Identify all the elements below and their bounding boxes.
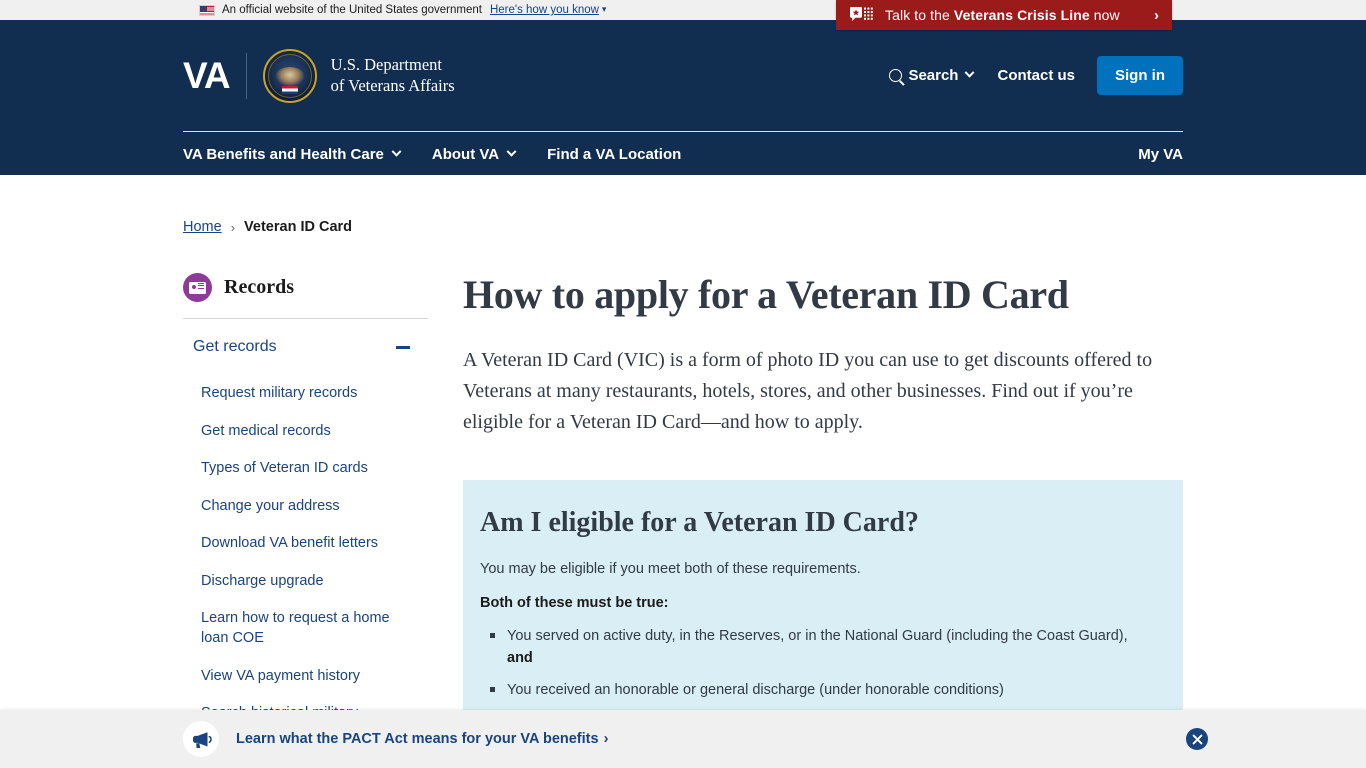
chevron-down-icon: [506, 146, 517, 157]
chevron-right-icon: ›: [603, 731, 609, 747]
chevron-down-icon: [965, 67, 975, 78]
gov-banner-text: An official website of the United States…: [222, 4, 482, 16]
list-item: You received an honorable or general dis…: [488, 679, 1153, 701]
sidebar: Records Get records Request military rec…: [183, 273, 448, 740]
sidebar-group-get-records[interactable]: Get records: [183, 319, 428, 375]
crisis-prefix: Talk to the: [885, 7, 954, 23]
breadcrumb-current: Veteran ID Card: [244, 219, 353, 235]
page-wrapper: Home › Veteran ID Card Records Get recor…: [183, 175, 1183, 741]
bullet-text: You served on active duty, in the Reserv…: [507, 627, 1128, 644]
sidebar-links: Request military records Get medical rec…: [183, 375, 428, 733]
header-actions: Search Contact us Sign in: [889, 56, 1183, 95]
nav-item-label: About VA: [431, 145, 500, 163]
contact-us-link[interactable]: Contact us: [997, 67, 1075, 84]
us-flag-icon: [199, 4, 215, 16]
chevron-down-icon: [391, 146, 402, 157]
breadcrumb-home-link[interactable]: Home: [183, 219, 222, 235]
id-card-glyph: [189, 281, 206, 294]
eligibility-bullets: You served on active duty, in the Reserv…: [480, 625, 1153, 701]
chevron-down-icon: ▾: [601, 4, 607, 14]
content-columns: Records Get records Request military rec…: [183, 272, 1183, 741]
sidebar-item-request-military-records[interactable]: Request military records: [183, 375, 428, 413]
sign-in-button[interactable]: Sign in: [1097, 56, 1183, 95]
va-seal-icon: [262, 48, 317, 103]
how-you-know-label: Here's how you know: [489, 4, 599, 16]
seal-ring: [267, 53, 312, 98]
search-label: Search: [908, 67, 959, 84]
pact-act-banner: Learn what the PACT Act means for your V…: [0, 710, 1366, 768]
crisis-banner-text: Talk to the Veterans Crisis Line now: [885, 7, 1120, 23]
search-icon: [889, 69, 903, 82]
sidebar-item-discharge-upgrade[interactable]: Discharge upgrade: [183, 563, 428, 601]
nav-item-about[interactable]: About VA: [431, 145, 517, 163]
eligibility-subtitle: You may be eligible if you meet both of …: [480, 560, 861, 577]
nav-item-label: Find a VA Location: [547, 145, 682, 163]
bullet-text: You received an honorable or general dis…: [507, 681, 1004, 698]
megaphone-icon: [183, 721, 219, 757]
page-title: How to apply for a Veteran ID Card: [463, 272, 1069, 317]
main-content: How to apply for a Veteran ID Card A Vet…: [448, 272, 1183, 741]
pact-act-link[interactable]: Learn what the PACT Act means for your V…: [236, 731, 608, 747]
records-id-card-icon: [183, 273, 212, 302]
pact-act-label: Learn what the PACT Act means for your V…: [236, 731, 599, 747]
sidebar-item-change-your-address[interactable]: Change your address: [183, 488, 428, 526]
agency-name-line2: of Veterans Affairs: [330, 75, 455, 95]
close-icon[interactable]: [1186, 728, 1208, 750]
nav-item-label: VA Benefits and Health Care: [183, 145, 384, 163]
main-navigation: VA Benefits and Health Care About VA Fin…: [183, 132, 1183, 176]
chevron-right-icon: ›: [1154, 6, 1159, 24]
nav-items: VA Benefits and Health Care About VA Fin…: [183, 146, 681, 163]
breadcrumb: Home › Veteran ID Card: [183, 175, 1183, 235]
bullet-suffix: and: [507, 650, 533, 667]
veterans-crisis-line-banner[interactable]: Talk to the Veterans Crisis Line now ›: [836, 0, 1172, 30]
search-button[interactable]: Search: [889, 67, 975, 84]
sidebar-item-types-of-veteran-id-cards[interactable]: Types of Veteran ID cards: [183, 450, 428, 488]
intro-paragraph: A Veteran ID Card (VIC) is a form of pho…: [463, 348, 1153, 433]
eligibility-title: Am I eligible for a Veteran ID Card?: [480, 506, 919, 538]
how-you-know-link[interactable]: Here's how you know ▾: [490, 4, 606, 16]
minus-icon[interactable]: [396, 345, 410, 349]
sidebar-group-label: Get records: [193, 338, 277, 355]
sidebar-item-home-loan-coe[interactable]: Learn how to request a home loan COE: [183, 600, 428, 657]
breadcrumb-separator: ›: [230, 219, 236, 235]
sidebar-item-view-va-payment-history[interactable]: View VA payment history: [183, 658, 428, 696]
sidebar-header: Records: [183, 273, 428, 318]
header-divider: [183, 131, 1183, 132]
nav-item-benefits[interactable]: VA Benefits and Health Care: [183, 145, 402, 163]
eligibility-box: Am I eligible for a Veteran ID Card? You…: [463, 479, 1183, 741]
site-header: VA U.S. Department of Veterans Affairs S…: [0, 20, 1366, 175]
list-item: You served on active duty, in the Reserv…: [488, 625, 1153, 670]
agency-name: U.S. Department of Veterans Affairs: [331, 55, 455, 96]
crisis-chat-icon: [850, 6, 875, 24]
crisis-bold: Veterans Crisis Line: [953, 7, 1090, 23]
va-logo[interactable]: VA U.S. Department of Veterans Affairs: [183, 48, 455, 103]
sidebar-title: Records: [224, 276, 294, 298]
sidebar-item-download-va-benefit-letters[interactable]: Download VA benefit letters: [183, 525, 428, 563]
pact-banner-inner: Learn what the PACT Act means for your V…: [183, 721, 1208, 757]
sidebar-item-get-medical-records[interactable]: Get medical records: [183, 413, 428, 451]
header-inner: VA U.S. Department of Veterans Affairs S…: [183, 20, 1183, 175]
eligibility-requirement-label: Both of these must be true:: [480, 594, 669, 611]
agency-name-line1: U.S. Department: [330, 55, 443, 75]
my-va-link[interactable]: My VA: [1138, 146, 1183, 163]
nav-item-find-location[interactable]: Find a VA Location: [547, 146, 681, 163]
va-wordmark: VA: [183, 55, 231, 96]
crisis-suffix: now: [1089, 7, 1120, 23]
header-top-row: VA U.S. Department of Veterans Affairs S…: [183, 20, 1183, 131]
logo-divider: [245, 52, 247, 99]
